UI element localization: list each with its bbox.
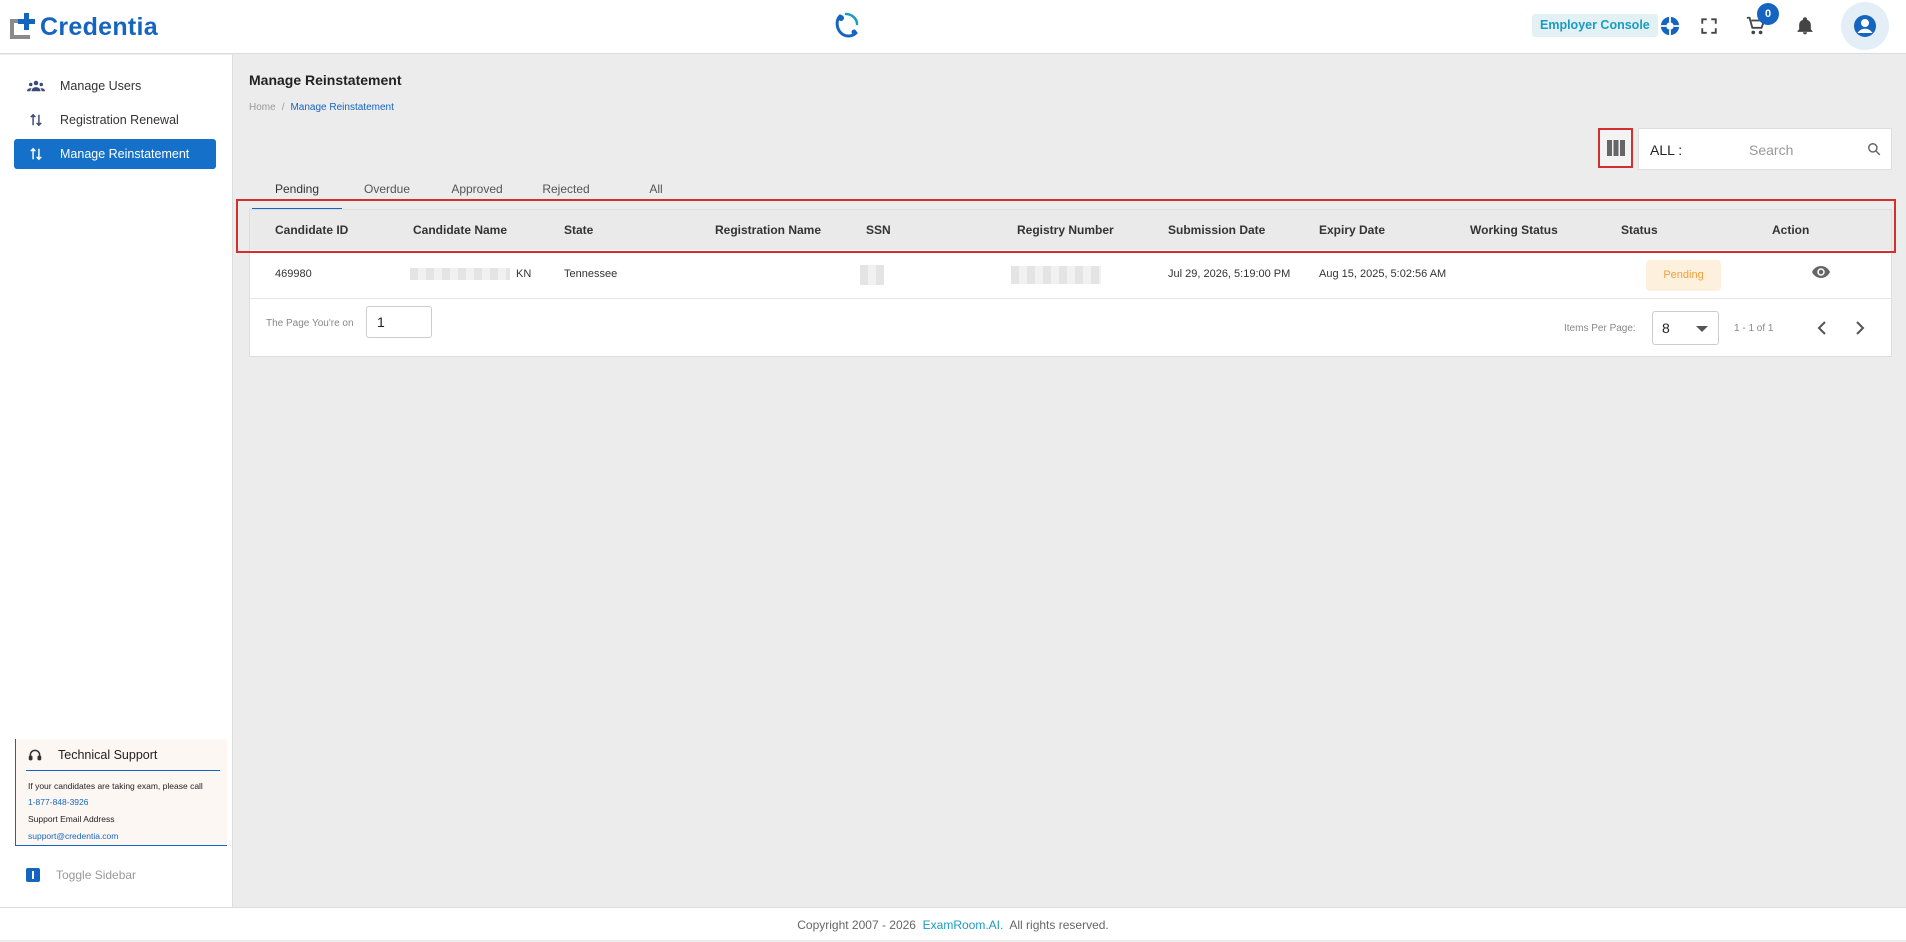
support-globe-icon[interactable] — [1658, 14, 1682, 38]
chevron-right-icon — [1856, 321, 1865, 335]
tab-pending[interactable]: Pending — [252, 170, 342, 210]
account-icon — [1854, 15, 1876, 37]
page-number-input[interactable]: 1 — [366, 306, 432, 338]
chevron-down-icon — [1696, 326, 1708, 332]
search-icon[interactable] — [1867, 142, 1881, 161]
footer-rights: All rights reserved. — [1009, 918, 1109, 932]
redacted-registry-number — [1011, 266, 1101, 284]
column-header-submission-date[interactable]: Submission Date — [1168, 223, 1265, 237]
sidebar-item-manage-reinstatement[interactable]: Manage Reinstatement — [14, 139, 216, 169]
column-toggle-button[interactable] — [1598, 128, 1633, 168]
column-header-state[interactable]: State — [564, 223, 593, 237]
sidebar-item-label: Manage Reinstatement — [60, 147, 190, 161]
next-page-button[interactable] — [1848, 316, 1872, 340]
logo-text: Credentia — [40, 12, 159, 41]
table-header-row: Candidate ID Candidate Name State Regist… — [250, 210, 1891, 250]
breadcrumb-current: Manage Reinstatement — [290, 102, 394, 113]
renewal-icon — [26, 113, 46, 127]
column-header-ssn[interactable]: SSN — [866, 223, 891, 237]
page-range: 1 - 1 of 1 — [1734, 323, 1774, 334]
breadcrumb: Home / Manage Reinstatement — [249, 102, 394, 113]
column-header-working-status[interactable]: Working Status — [1470, 223, 1558, 237]
fullscreen-icon[interactable] — [1697, 14, 1721, 38]
breadcrumb-separator: / — [281, 102, 285, 113]
support-phone-link[interactable]: 1-877-848-3926 — [28, 797, 89, 807]
notification-bell-icon[interactable] — [1793, 14, 1817, 38]
column-header-registry-number[interactable]: Registry Number — [1017, 223, 1114, 237]
credentia-logo-icon — [10, 13, 38, 41]
technical-support-card: Technical Support If your candidates are… — [15, 739, 227, 846]
column-header-expiry-date[interactable]: Expiry Date — [1319, 223, 1385, 237]
items-per-page-select[interactable]: 8 — [1652, 311, 1719, 345]
reinstatement-icon — [26, 147, 46, 161]
search-box: ALL : — [1638, 128, 1892, 170]
tab-all[interactable]: All — [614, 170, 698, 210]
support-title: Technical Support — [26, 739, 220, 771]
items-per-page-label: Items Per Page: — [1564, 323, 1636, 334]
reinstatement-table: Candidate ID Candidate Name State Regist… — [249, 209, 1892, 357]
cell-submission-date: Jul 29, 2026, 5:19:00 PM — [1168, 268, 1291, 280]
redacted-ssn — [860, 265, 884, 285]
column-header-status[interactable]: Status — [1621, 223, 1658, 237]
redacted-candidate-name — [410, 268, 510, 280]
column-header-registration-name[interactable]: Registration Name — [715, 223, 821, 237]
sidebar-toggle-icon — [26, 868, 40, 882]
cell-candidate-id: 469980 — [275, 268, 312, 280]
cart-count-badge: 0 — [1757, 3, 1779, 25]
column-header-candidate-id[interactable]: Candidate ID — [275, 223, 348, 237]
footer-brand-link[interactable]: ExamRoom.AI. — [923, 918, 1004, 932]
support-email-label: Support Email Address — [28, 814, 115, 824]
sidebar-item-registration-renewal[interactable]: Registration Renewal — [14, 105, 216, 135]
account-avatar[interactable] — [1841, 2, 1889, 50]
headset-icon — [28, 748, 44, 762]
sidebar-item-label: Registration Renewal — [60, 113, 179, 127]
top-header: Credentia Employer Console 0 — [0, 0, 1906, 54]
credentia-logo[interactable]: Credentia — [10, 12, 158, 42]
sidebar-item-label: Manage Users — [60, 79, 142, 93]
cell-candidate-name-suffix: KN — [516, 268, 532, 280]
sidebar-item-manage-users[interactable]: Manage Users — [14, 71, 216, 101]
status-badge: Pending — [1646, 260, 1721, 291]
columns-icon — [1606, 140, 1625, 156]
footer-copyright: Copyright 2007 - 2026 — [797, 918, 916, 932]
users-icon — [26, 79, 46, 93]
table-row[interactable]: 469980 KN Tennessee Jul 29, 2026, 5:19:0… — [250, 251, 1891, 299]
support-call-text: If your candidates are taking exam, plea… — [28, 781, 203, 791]
footer: Copyright 2007 - 2026 ExamRoom.AI. All r… — [0, 907, 1906, 940]
page-title: Manage Reinstatement — [249, 72, 402, 88]
view-eye-icon[interactable] — [1812, 265, 1830, 284]
column-header-candidate-name[interactable]: Candidate Name — [413, 223, 507, 237]
sidebar: Manage Users Registration Renewal Manage… — [0, 55, 233, 907]
employer-console-button[interactable]: Employer Console — [1532, 14, 1658, 37]
search-input[interactable] — [1749, 139, 1859, 161]
toggle-sidebar-button[interactable]: Toggle Sidebar — [26, 868, 136, 882]
chevron-left-icon — [1817, 321, 1826, 335]
support-email-link[interactable]: support@credentia.com — [28, 831, 118, 841]
page-label: The Page You're on — [266, 318, 354, 329]
cell-expiry-date: Aug 15, 2025, 5:02:56 AM — [1319, 268, 1447, 280]
column-header-action[interactable]: Action — [1772, 223, 1809, 237]
search-filter-label[interactable]: ALL : — [1650, 142, 1682, 158]
center-logo-icon — [832, 10, 862, 40]
tab-approved[interactable]: Approved — [434, 170, 520, 210]
pagination-bar: The Page You're on 1 Items Per Page: 8 1… — [250, 300, 1891, 356]
breadcrumb-home[interactable]: Home — [249, 102, 276, 113]
previous-page-button[interactable] — [1810, 316, 1834, 340]
tab-overdue[interactable]: Overdue — [344, 170, 430, 210]
cell-state: Tennessee — [564, 268, 618, 280]
tab-rejected[interactable]: Rejected — [524, 170, 608, 210]
